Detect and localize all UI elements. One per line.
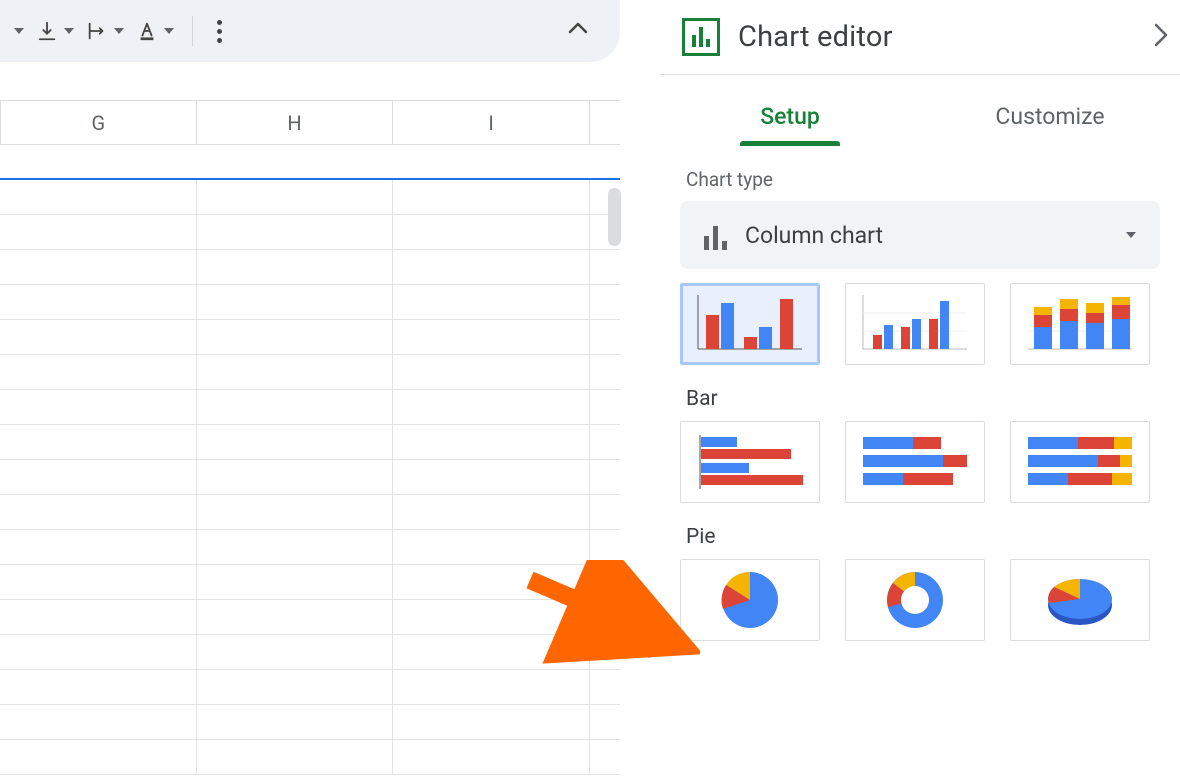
chevron-right-icon [1154, 23, 1168, 47]
toolbar [0, 0, 620, 62]
column-chart-thumb[interactable] [680, 283, 820, 365]
spreadsheet-grid[interactable]: G H I [0, 100, 620, 775]
text-wrap-button[interactable] [82, 16, 128, 46]
caret-down-icon [64, 28, 74, 34]
group-label-bar: Bar [686, 387, 1160, 411]
toolbar-item[interactable] [6, 24, 28, 38]
editor-tabs: Setup Customize [660, 75, 1180, 144]
align-bottom-icon [36, 20, 58, 42]
caret-down-icon [1126, 232, 1136, 238]
collapse-toolbar-button[interactable] [568, 20, 588, 39]
group-label-pie: Pie [686, 525, 1160, 549]
vertical-scrollbar-thumb[interactable] [608, 188, 621, 246]
close-editor-button[interactable] [1154, 21, 1168, 54]
chart-type-gallery: Bar [660, 283, 1180, 641]
caret-down-icon [114, 28, 124, 34]
toolbar-divider [192, 16, 193, 46]
column-header[interactable]: I [393, 101, 590, 144]
stacked-bar-chart-100-thumb[interactable] [1010, 421, 1150, 503]
column-header[interactable]: H [197, 101, 394, 144]
column-header[interactable]: G [0, 101, 197, 144]
chart-editor-panel: Chart editor Setup Customize Chart type … [660, 0, 1180, 776]
column-chart-small-thumb[interactable] [845, 283, 985, 365]
chart-type-selected: Column chart [745, 222, 1104, 249]
tab-customize[interactable]: Customize [920, 89, 1180, 144]
stacked-column-chart-thumb[interactable] [1010, 283, 1150, 365]
editor-header: Chart editor [660, 0, 1180, 75]
editor-title: Chart editor [738, 20, 1136, 54]
pie-chart-thumb[interactable] [680, 559, 820, 641]
column-chart-icon [704, 220, 727, 250]
text-color-icon [136, 20, 158, 42]
stacked-bar-chart-thumb[interactable] [845, 421, 985, 503]
caret-down-icon [14, 28, 24, 34]
more-options-button[interactable] [217, 20, 222, 43]
text-overflow-icon [86, 20, 108, 42]
caret-down-icon [164, 28, 174, 34]
3d-pie-chart-thumb[interactable] [1010, 559, 1150, 641]
selected-row[interactable] [0, 145, 620, 180]
chevron-up-icon [568, 21, 588, 35]
column-header-row: G H I [0, 100, 620, 145]
doughnut-chart-thumb[interactable] [845, 559, 985, 641]
chart-type-dropdown[interactable]: Column chart [680, 201, 1160, 269]
chart-editor-icon [682, 18, 720, 56]
bar-chart-thumb[interactable] [680, 421, 820, 503]
vertical-align-button[interactable] [32, 16, 78, 46]
text-color-button[interactable] [132, 16, 178, 46]
tab-setup[interactable]: Setup [660, 89, 920, 144]
chart-type-label: Chart type [660, 144, 1180, 201]
